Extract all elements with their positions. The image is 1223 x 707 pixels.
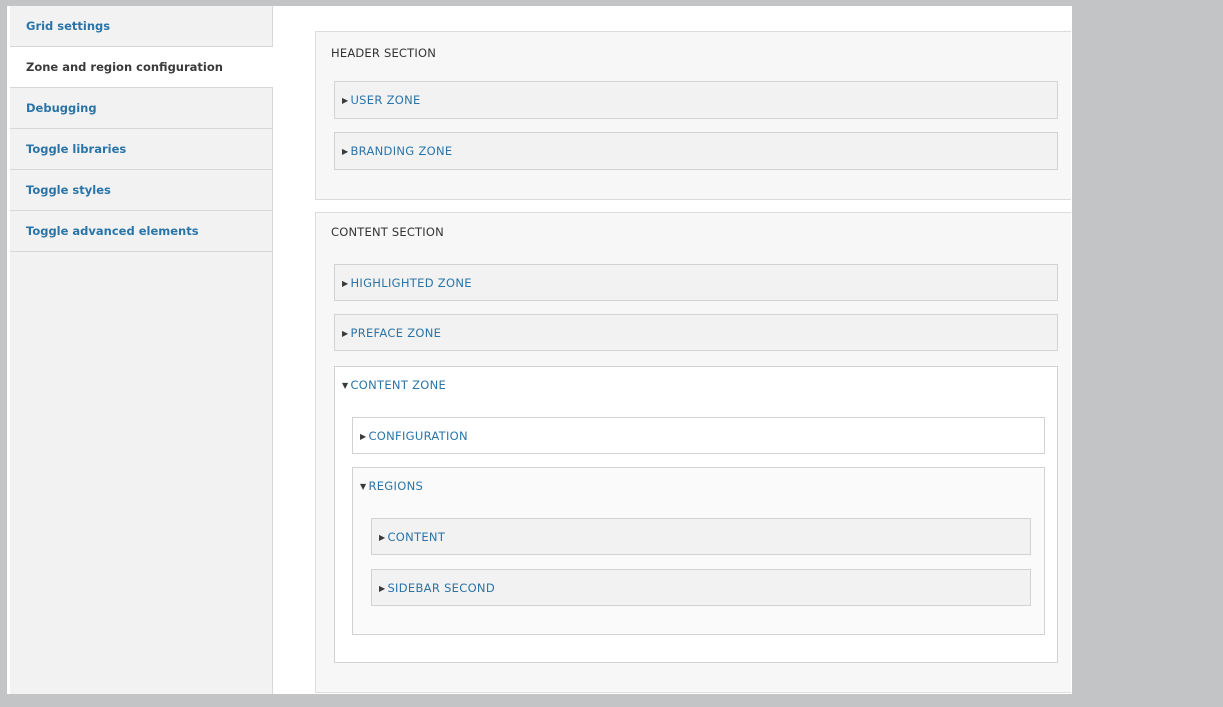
triangle-down-icon: ▼ <box>342 380 349 390</box>
triangle-right-icon: ▶ <box>342 95 349 105</box>
triangle-right-icon: ▶ <box>379 532 386 542</box>
content-section-panel: CONTENT SECTION ▶ HIGHLIGHTED ZONE ▶ PRE… <box>315 212 1071 693</box>
highlighted-zone-label: HIGHLIGHTED ZONE <box>350 276 472 290</box>
triangle-right-icon: ▶ <box>379 583 386 593</box>
tab-toggle-libraries[interactable]: Toggle libraries <box>10 129 272 170</box>
content-zone-fieldset: ▼ CONTENT ZONE ▶ CONFIGURATION ▼ REGIONS… <box>334 366 1058 663</box>
highlighted-zone-fieldset: ▶ HIGHLIGHTED ZONE <box>334 264 1058 301</box>
triangle-right-icon: ▶ <box>342 278 349 288</box>
preface-zone-toggle[interactable]: ▶ PREFACE ZONE <box>342 315 441 351</box>
tab-grid-settings[interactable]: Grid settings <box>10 6 272 47</box>
header-section-title: HEADER SECTION <box>331 46 437 60</box>
header-section-panel: HEADER SECTION ▶ USER ZONE ▶ BRANDING ZO… <box>315 31 1071 200</box>
user-zone-toggle[interactable]: ▶ USER ZONE <box>342 82 421 118</box>
content-section-title: CONTENT SECTION <box>331 225 444 239</box>
branding-zone-label: BRANDING ZONE <box>350 144 453 158</box>
highlighted-zone-toggle[interactable]: ▶ HIGHLIGHTED ZONE <box>342 265 472 301</box>
tab-zone-region-configuration[interactable]: Zone and region configuration <box>10 47 273 88</box>
triangle-right-icon: ▶ <box>342 328 349 338</box>
vertical-tabs: Grid settings Zone and region configurat… <box>10 6 273 694</box>
content-zone-toggle[interactable]: ▼ CONTENT ZONE <box>342 367 446 403</box>
user-zone-fieldset: ▶ USER ZONE <box>334 81 1058 119</box>
triangle-right-icon: ▶ <box>342 146 349 156</box>
tab-toggle-styles[interactable]: Toggle styles <box>10 170 272 211</box>
region-content-toggle[interactable]: ▶ CONTENT <box>379 519 445 555</box>
preface-zone-label: PREFACE ZONE <box>350 326 442 340</box>
regions-toggle[interactable]: ▼ REGIONS <box>360 468 423 504</box>
configuration-toggle[interactable]: ▶ CONFIGURATION <box>360 418 468 454</box>
triangle-right-icon: ▶ <box>360 431 367 441</box>
branding-zone-toggle[interactable]: ▶ BRANDING ZONE <box>342 133 452 169</box>
region-sidebar-second-fieldset: ▶ SIDEBAR SECOND <box>371 569 1031 606</box>
regions-fieldset: ▼ REGIONS ▶ CONTENT ▶ SIDEBAR SECOND <box>352 467 1045 635</box>
configuration-label: CONFIGURATION <box>368 429 468 443</box>
user-zone-label: USER ZONE <box>350 93 421 107</box>
region-sidebar-second-toggle[interactable]: ▶ SIDEBAR SECOND <box>379 570 495 606</box>
regions-label: REGIONS <box>368 479 424 493</box>
preface-zone-fieldset: ▶ PREFACE ZONE <box>334 314 1058 351</box>
content-zone-label: CONTENT ZONE <box>350 378 447 392</box>
region-content-fieldset: ▶ CONTENT <box>371 518 1031 555</box>
tab-toggle-advanced-elements[interactable]: Toggle advanced elements <box>10 211 272 252</box>
region-sidebar-second-label: SIDEBAR SECOND <box>387 581 495 595</box>
triangle-down-icon: ▼ <box>360 481 367 491</box>
branding-zone-fieldset: ▶ BRANDING ZONE <box>334 132 1058 170</box>
region-content-label: CONTENT <box>387 530 446 544</box>
configuration-fieldset: ▶ CONFIGURATION <box>352 417 1045 454</box>
tab-debugging[interactable]: Debugging <box>10 88 272 129</box>
